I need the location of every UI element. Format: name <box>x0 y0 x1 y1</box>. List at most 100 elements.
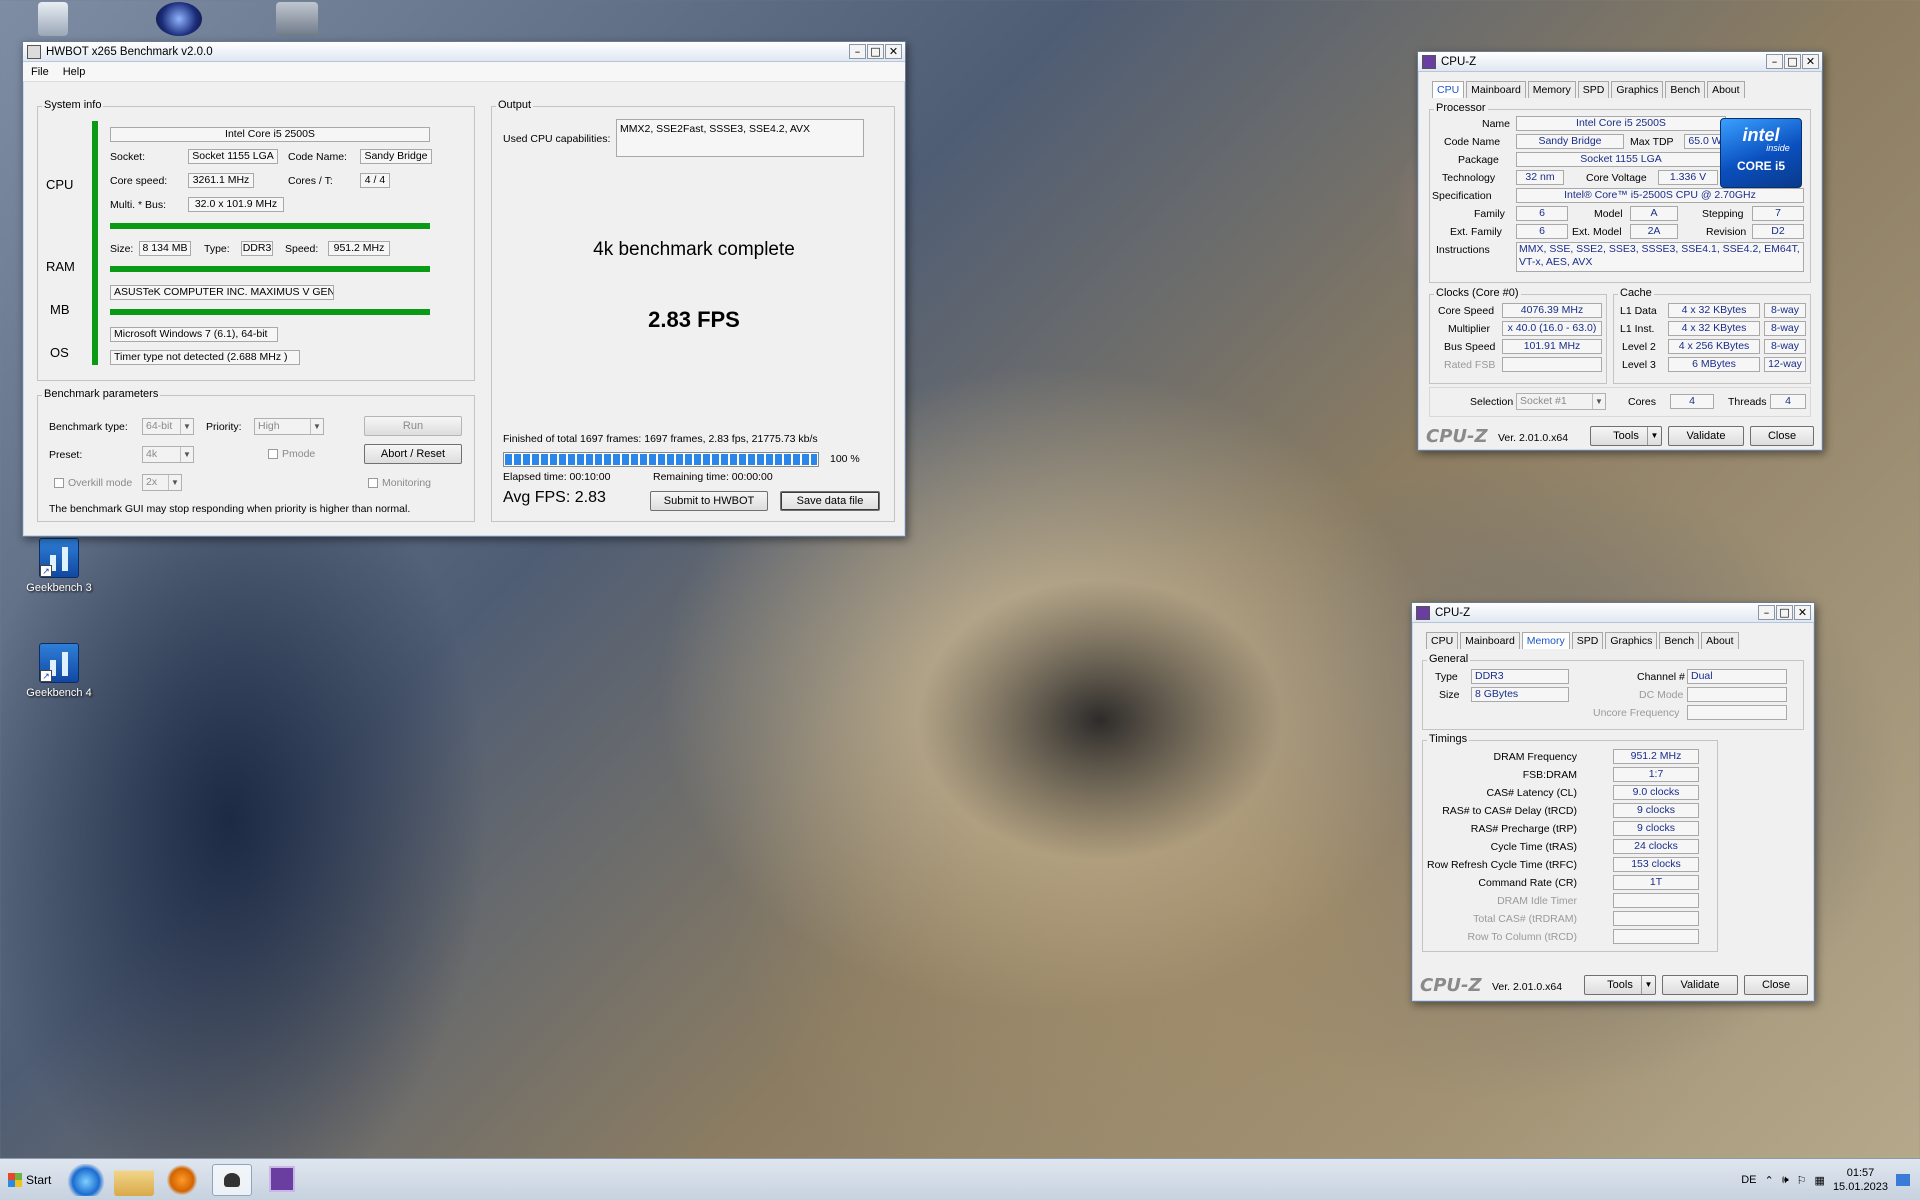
run-button[interactable]: Run <box>364 416 462 436</box>
tab-cpu[interactable]: CPU <box>1426 632 1459 649</box>
socket-select[interactable]: Socket #1 ▼ <box>1516 393 1606 410</box>
tab-bench[interactable]: Bench <box>1659 632 1700 649</box>
package-field: Socket 1155 LGA <box>1516 152 1726 167</box>
media-player-icon[interactable] <box>162 1164 202 1196</box>
maximize-button[interactable]: □ <box>1784 54 1801 69</box>
tab-graphics[interactable]: Graphics <box>1611 81 1664 98</box>
close-button[interactable]: ✕ <box>1794 605 1811 620</box>
window-title: CPU-Z <box>1435 606 1471 619</box>
level-2-field: 4 x 256 KBytes <box>1668 339 1760 354</box>
submit-to-hwbot-button[interactable]: Submit to HWBOT <box>650 491 768 511</box>
ram-divider <box>110 266 430 272</box>
close-window-button[interactable]: Close <box>1750 426 1814 446</box>
show-desktop-icon[interactable] <box>1896 1174 1910 1186</box>
geekbench-3-shortcut[interactable]: ↗ Geekbench 3 <box>16 538 102 594</box>
l1-data-way: 8-way <box>1764 303 1806 318</box>
network-icon[interactable]: ▦ <box>1815 1174 1825 1187</box>
overkill-checkbox[interactable]: Overkill mode <box>54 477 132 489</box>
menu-help[interactable]: Help <box>63 66 86 78</box>
close-window-button[interactable]: Close <box>1744 975 1808 995</box>
timing-value <box>1613 929 1699 944</box>
window-title: CPU-Z <box>1441 55 1477 68</box>
tab-mainboard[interactable]: Mainboard <box>1466 81 1526 98</box>
minimize-button[interactable]: – <box>849 44 866 59</box>
cpuz-taskbar-icon[interactable] <box>262 1164 302 1196</box>
overkill-label: Overkill mode <box>68 477 133 489</box>
tab-about[interactable]: About <box>1701 632 1739 649</box>
ext-family-field: 6 <box>1516 224 1568 239</box>
geekbench-4-shortcut[interactable]: ↗ Geekbench 4 <box>16 643 102 699</box>
core-i5-logo-text: CORE i5 <box>1736 159 1785 173</box>
ram-size-label: Size: <box>110 243 134 255</box>
tab-spd[interactable]: SPD <box>1571 632 1604 649</box>
maximize-button[interactable]: □ <box>867 44 884 59</box>
tab-cpu[interactable]: CPU <box>1432 81 1465 98</box>
timer-field: Timer type not detected (2.688 MHz ) <box>110 350 300 365</box>
cores-field: 4 <box>1670 394 1714 409</box>
start-button[interactable]: Start <box>2 1166 57 1194</box>
tab-spd[interactable]: SPD <box>1577 81 1610 98</box>
tab-about[interactable]: About <box>1707 81 1745 98</box>
codename-label: Code Name: <box>288 151 347 163</box>
hwbot-taskbar-icon[interactable] <box>212 1164 252 1196</box>
menu-file[interactable]: File <box>31 66 49 78</box>
show-hidden-icons-icon[interactable]: ⌃ <box>1765 1174 1774 1187</box>
tab-graphics[interactable]: Graphics <box>1605 632 1658 649</box>
core-speed-field: 3261.1 MHz <box>188 173 254 188</box>
close-button[interactable]: ✕ <box>885 44 902 59</box>
title-bar[interactable]: HWBOT x265 Benchmark v2.0.0 – □ ✕ <box>23 42 905 62</box>
tab-mainboard[interactable]: Mainboard <box>1460 632 1520 649</box>
pmode-checkbox[interactable]: Pmode <box>268 448 315 460</box>
monitoring-checkbox[interactable]: Monitoring <box>368 477 431 489</box>
socket-select-value: Socket #1 <box>1520 395 1567 407</box>
maximize-button[interactable]: □ <box>1776 605 1793 620</box>
internet-explorer-icon[interactable] <box>66 1164 106 1196</box>
geekbench-4-icon: ↗ <box>39 643 79 683</box>
close-button[interactable]: ✕ <box>1802 54 1819 69</box>
timing-label: Row To Column (tRCD) <box>1467 931 1578 943</box>
tab-bench[interactable]: Bench <box>1665 81 1706 98</box>
core-voltage-field: 1.336 V <box>1658 170 1718 185</box>
save-data-file-button[interactable]: Save data file <box>780 491 880 511</box>
title-bar[interactable]: CPU-Z – □ ✕ <box>1412 603 1814 623</box>
elapsed-time: Elapsed time: 00:10:00 <box>503 471 611 483</box>
mb-divider <box>110 309 430 315</box>
chevron-down-icon: ▼ <box>1592 394 1605 409</box>
volume-icon[interactable]: 🕪 <box>1782 1174 1789 1187</box>
title-bar[interactable]: CPU-Z – □ ✕ <box>1418 52 1822 72</box>
recycle-bin-icon[interactable] <box>38 2 68 36</box>
priority-select[interactable]: High ▼ <box>254 418 324 435</box>
version-label: Ver. 2.01.0.x64 <box>1498 432 1569 444</box>
clock-time: 01:57 <box>1846 1167 1875 1179</box>
abort-reset-button[interactable]: Abort / Reset <box>364 444 462 464</box>
validate-button[interactable]: Validate <box>1668 426 1744 446</box>
minimize-button[interactable]: – <box>1758 605 1775 620</box>
core-speed-field: 4076.39 MHz <box>1502 303 1602 318</box>
preset-label: Preset: <box>49 449 83 461</box>
chevron-down-icon: ▼ <box>1647 427 1661 445</box>
timing-label: Total CAS# (tRDRAM) <box>1473 913 1577 925</box>
os-name-field: Microsoft Windows 7 (6.1), 64-bit <box>110 327 278 342</box>
app-shortcut-icon[interactable] <box>156 2 202 36</box>
preset-select[interactable]: 4k ▼ <box>142 446 194 463</box>
overkill-select[interactable]: 2x ▼ <box>142 474 182 491</box>
validate-button[interactable]: Validate <box>1662 975 1738 995</box>
ext-family-label: Ext. Family <box>1450 226 1502 238</box>
language-indicator[interactable]: DE <box>1741 1174 1756 1186</box>
tools-button[interactable]: Tools ▼ <box>1590 426 1662 446</box>
folder-shortcut-icon[interactable] <box>276 2 318 36</box>
benchmark-type-select[interactable]: 64-bit ▼ <box>142 418 194 435</box>
cpuz-memory-window: CPU-Z – □ ✕ CPU Mainboard Memory SPD Gra… <box>1411 602 1815 1002</box>
timing-value <box>1613 893 1699 908</box>
file-explorer-icon[interactable] <box>114 1164 154 1196</box>
tab-memory[interactable]: Memory <box>1521 632 1570 649</box>
tools-button[interactable]: Tools ▼ <box>1584 975 1656 995</box>
timing-value: 1:7 <box>1613 767 1699 782</box>
tools-button-label: Tools <box>1607 979 1633 991</box>
tab-memory[interactable]: Memory <box>1527 81 1576 98</box>
cpuz-icon <box>269 1166 295 1192</box>
menu-bar: File Help <box>23 62 905 82</box>
minimize-button[interactable]: – <box>1766 54 1783 69</box>
action-center-flag-icon[interactable]: ⚐ <box>1797 1174 1807 1187</box>
clock[interactable]: 01:57 15.01.2023 <box>1833 1166 1888 1194</box>
